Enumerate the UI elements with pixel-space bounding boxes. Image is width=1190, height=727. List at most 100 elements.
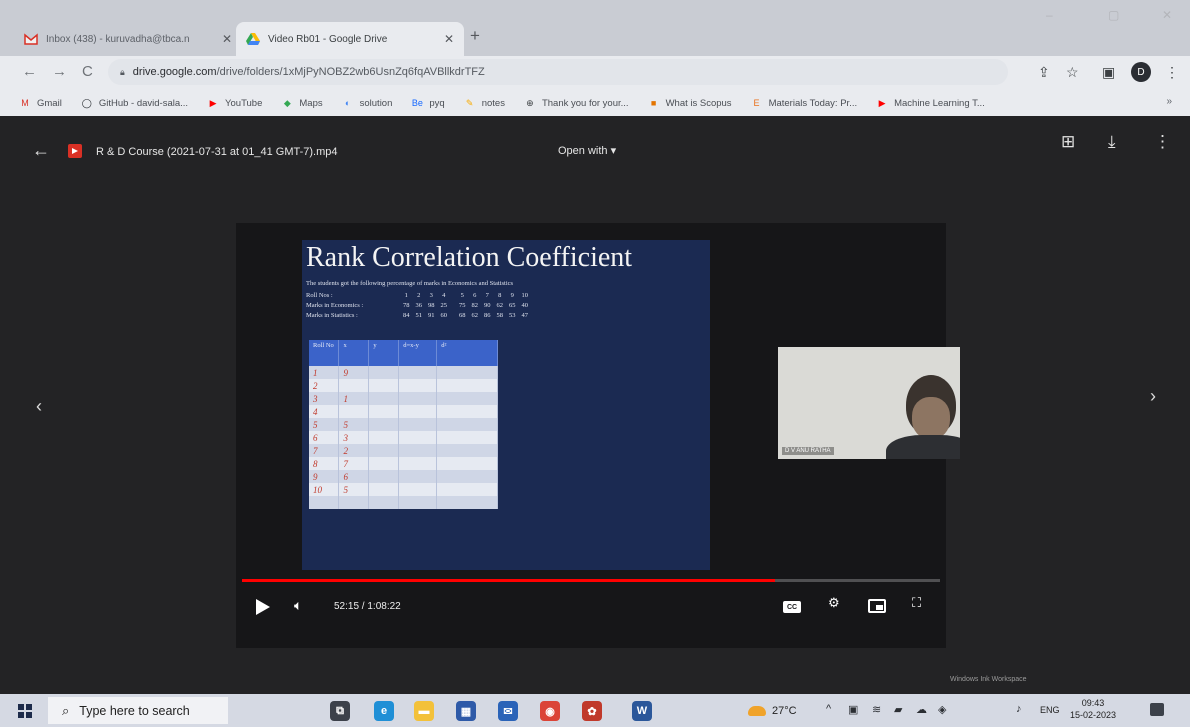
minimize-button[interactable]: –	[1046, 8, 1053, 22]
mail-icon[interactable]: ✉	[498, 701, 518, 721]
more-options-icon[interactable]: ⋮	[1154, 132, 1171, 152]
tab-gmail[interactable]: Inbox (438) - kuruvadha@tbca.n ✕	[14, 22, 242, 56]
edge-icon[interactable]: e	[374, 701, 394, 721]
file-explorer-icon[interactable]: ▬	[414, 701, 434, 721]
bookmark-item[interactable]: ◯ GitHub - david-sala...	[80, 97, 188, 109]
bookmark-item[interactable]: M Gmail	[18, 97, 62, 109]
share-icon[interactable]: ⇪	[1038, 64, 1050, 81]
new-tab-button[interactable]: +	[470, 26, 480, 46]
chrome-icon[interactable]: ◉	[540, 701, 560, 721]
extensions-icon[interactable]: ▣	[1102, 64, 1115, 81]
marks-value: 75	[459, 302, 466, 309]
clock[interactable]: 09:43 15-02-2023	[1068, 697, 1118, 721]
word-icon[interactable]: W	[632, 701, 652, 721]
weather-icon	[748, 706, 766, 716]
reload-icon[interactable]: C	[82, 63, 93, 80]
meet-icon[interactable]: ▰	[894, 703, 902, 716]
profile-avatar[interactable]: D	[1131, 62, 1151, 82]
marks-value: 51	[415, 312, 423, 319]
notification-icon[interactable]	[1150, 703, 1164, 716]
close-tab-icon[interactable]: ✕	[222, 32, 232, 46]
close-tab-icon[interactable]: ✕	[444, 32, 454, 46]
store-icon[interactable]: ▦	[456, 701, 476, 721]
marks-value: 65	[509, 302, 516, 309]
play-icon[interactable]	[256, 599, 270, 615]
address-bar[interactable]: 🔒︎ drive.google.com /drive/folders/1xMjP…	[108, 59, 1008, 85]
bookmark-item[interactable]: E Materials Today: Pr...	[750, 97, 858, 109]
marks-row-label: Roll Nos :	[306, 292, 333, 299]
dropbox-icon[interactable]: ◈	[938, 703, 946, 716]
captions-icon[interactable]: CC	[783, 601, 801, 613]
bookmarks-bar: M Gmail ◯ GitHub - david-sala... ▶ YouTube ◆ Ma…	[0, 90, 1190, 116]
onedrive-icon[interactable]: ☁	[916, 703, 927, 716]
taskbar-search[interactable]: ⌕ Type here to search	[48, 697, 228, 724]
bookmark-item[interactable]: ■ What is Scopus	[647, 97, 732, 109]
bookmark-item[interactable]: ▶ Machine Learning T...	[875, 97, 985, 109]
table-cell	[436, 483, 498, 496]
volume-icon[interactable]: ♪	[1016, 703, 1022, 715]
table-header: x	[338, 340, 370, 366]
table-cell	[398, 483, 438, 496]
video-file-icon	[68, 144, 82, 158]
marks-value: 91	[428, 312, 435, 319]
settings-icon[interactable]: ⚙	[828, 595, 840, 611]
download-icon[interactable]: ⤓	[1108, 132, 1116, 152]
tab-title: Inbox (438) - kuruvadha@tbca.n	[46, 33, 190, 45]
back-arrow-icon[interactable]: ←	[32, 140, 50, 161]
marks-value: 25	[440, 302, 448, 309]
marks-value: 53	[509, 312, 516, 319]
table-row	[309, 496, 498, 509]
back-icon[interactable]: ←	[22, 63, 37, 80]
progress-bar[interactable]	[242, 579, 940, 582]
video-player[interactable]: Rank Correlation Coefficient The student…	[236, 223, 960, 648]
bookmark-label: Machine Learning T...	[894, 97, 985, 109]
marks-value: 84	[403, 312, 410, 319]
lecture-slide: Rank Correlation Coefficient The student…	[302, 240, 710, 570]
bookmark-item[interactable]: ▶ YouTube	[206, 97, 263, 109]
table-header: d=x-y	[398, 340, 438, 366]
bookmark-label: Thank you for your...	[541, 97, 629, 109]
bookmark-item[interactable]: ◐ solution	[341, 97, 392, 109]
browser-menu-icon[interactable]: ⋮	[1165, 64, 1179, 81]
chevron-up-icon[interactable]: ^	[826, 703, 831, 715]
open-with-button[interactable]: Open with ▾	[558, 144, 616, 157]
paint-icon[interactable]: ✿	[582, 701, 602, 721]
task-view-icon[interactable]: ⧉	[330, 701, 350, 721]
solution-icon: ◐	[344, 98, 351, 108]
bookmark-label: GitHub - david-sala...	[98, 97, 189, 109]
table-cell: 6	[309, 431, 340, 444]
bookmark-item[interactable]: Be pyq	[410, 97, 445, 109]
notes-icon: ✎	[465, 97, 474, 108]
bookmark-item[interactable]: ⊕ Thank you for your...	[523, 97, 629, 109]
add-shortcut-icon[interactable]: ⊞	[1061, 132, 1075, 152]
next-file-icon[interactable]: ›	[1150, 386, 1156, 407]
scopus-icon: ■	[650, 98, 657, 108]
marks-value: 1	[404, 292, 408, 299]
bookmark-label: Gmail	[37, 97, 62, 109]
more-bookmarks-icon[interactable]: »	[1166, 96, 1172, 107]
table-cell	[436, 392, 498, 405]
bookmark-star-icon[interactable]: ☆	[1066, 64, 1079, 81]
marks-value: 36	[415, 302, 423, 309]
tray-app-icon[interactable]: ▣	[848, 703, 858, 716]
marks-value: 10	[521, 292, 529, 299]
watermark-text: Windows Ink Workspace	[950, 676, 1027, 683]
weather-widget[interactable]: 27°C	[748, 705, 797, 717]
volume-icon[interactable]: 🔈︎	[294, 597, 302, 614]
forward-icon[interactable]: →	[52, 63, 67, 80]
bookmark-item[interactable]: ◆ Maps	[280, 97, 323, 109]
network-icon[interactable]: ≋	[872, 703, 881, 716]
table-cell	[436, 405, 498, 418]
table-cell	[309, 496, 340, 509]
tab-google-drive[interactable]: Video Rb01 - Google Drive ✕	[236, 22, 464, 56]
bookmark-item[interactable]: ✎ notes	[463, 97, 505, 109]
windows-start-icon[interactable]	[18, 704, 32, 718]
tab-strip: Inbox (438) - kuruvadha@tbca.n ✕ Video R…	[0, 0, 1190, 56]
previous-file-icon[interactable]: ‹	[36, 396, 42, 417]
miniplayer-icon[interactable]	[868, 599, 886, 613]
restore-button[interactable]: ▢	[1108, 8, 1119, 22]
language-indicator[interactable]: ENG	[1040, 705, 1060, 715]
fullscreen-icon[interactable]: ⛶	[912, 595, 921, 611]
webcam-name-label: D V ANU RATHA	[782, 447, 834, 455]
close-window-button[interactable]: ✕	[1162, 8, 1172, 22]
